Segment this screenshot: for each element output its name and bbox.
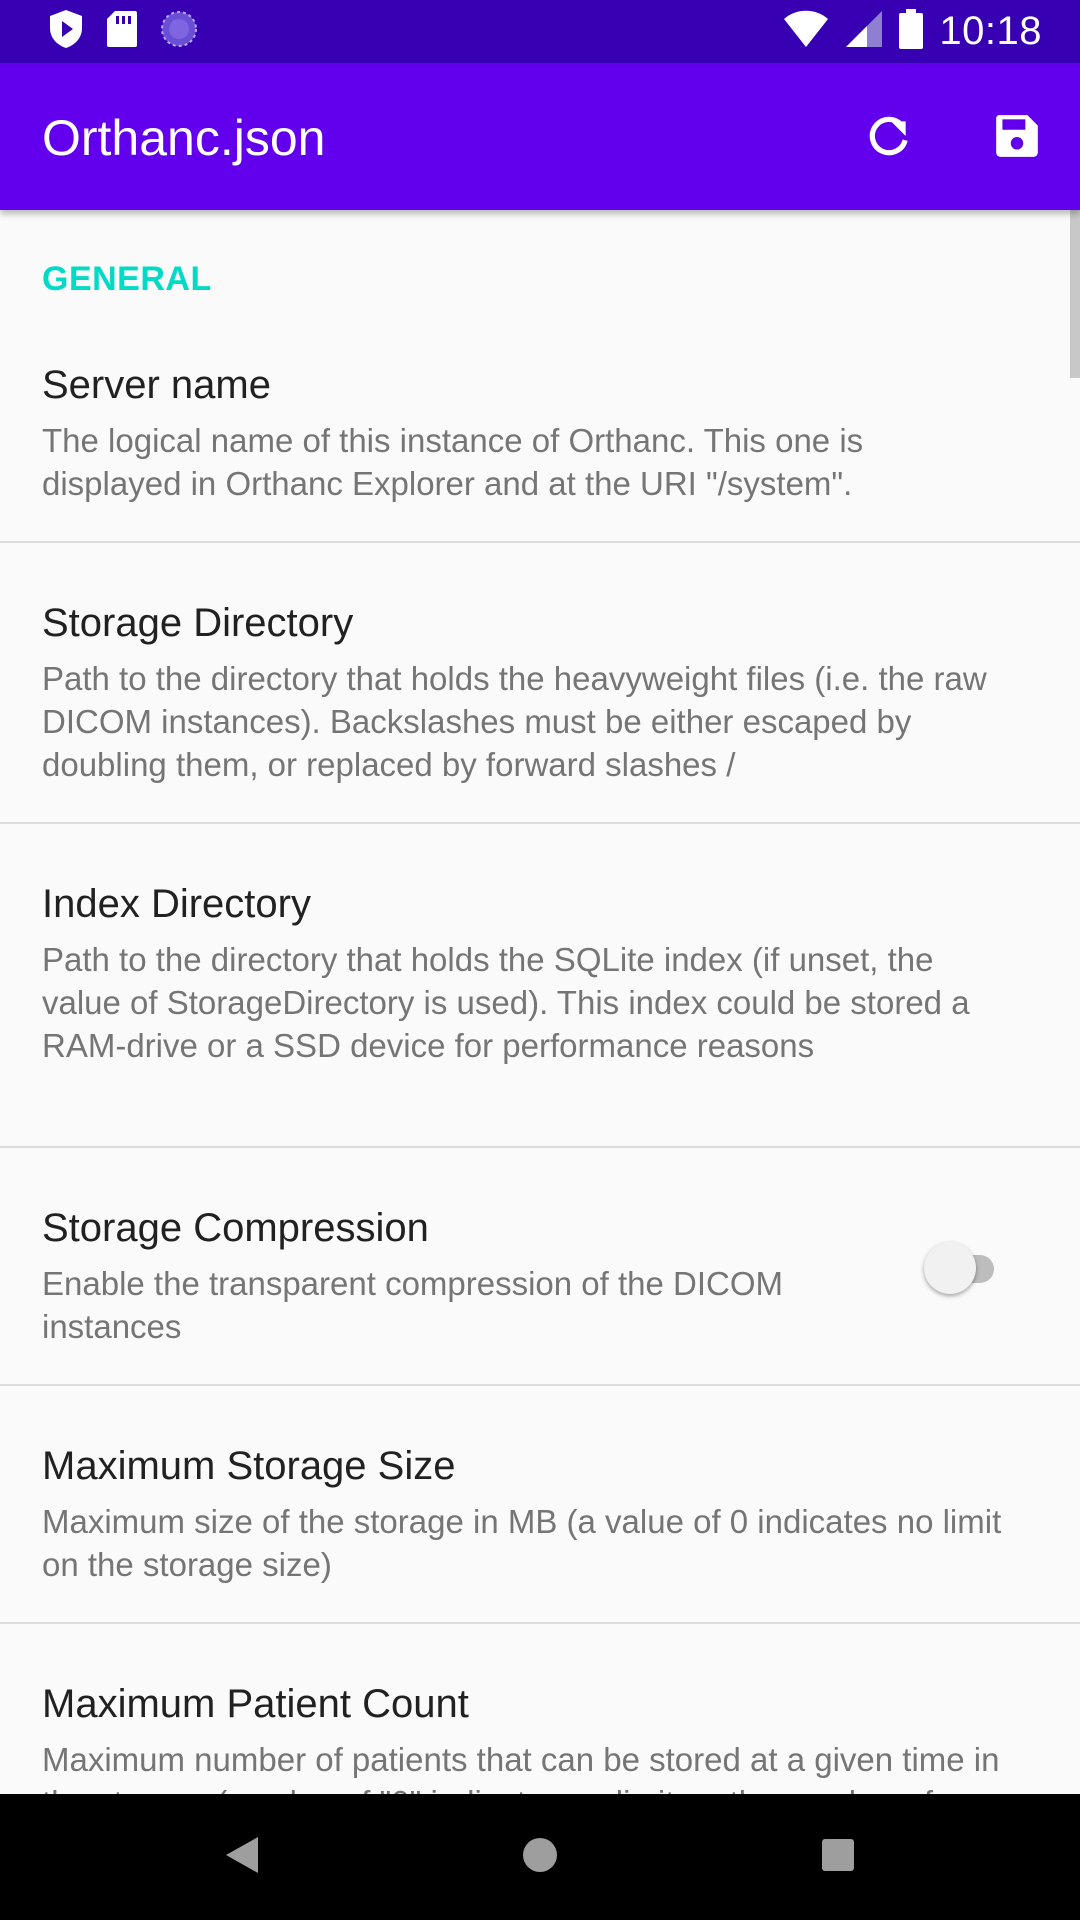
storage-compression-toggle[interactable] xyxy=(924,1238,1010,1298)
pref-maximum-patient-count[interactable]: Maximum Patient Count Maximum number of … xyxy=(0,1624,1080,1794)
pref-summary-storage-compression: Enable the transparent compression of th… xyxy=(42,1265,784,1345)
scrollbar-thumb[interactable] xyxy=(1070,210,1080,378)
refresh-icon xyxy=(864,111,914,166)
shield-play-icon xyxy=(48,9,84,54)
pref-summary-server-name: The logical name of this instance of Ort… xyxy=(42,422,864,502)
home-button[interactable] xyxy=(510,1827,570,1887)
refresh-button[interactable] xyxy=(856,105,922,171)
sd-card-icon xyxy=(106,10,138,53)
section-header-general: GENERAL xyxy=(42,260,212,298)
back-icon xyxy=(224,1835,260,1880)
pref-maximum-storage-size[interactable]: Maximum Storage Size Maximum size of the… xyxy=(0,1386,1080,1624)
home-icon xyxy=(521,1836,559,1879)
pref-summary-maximum-storage-size: Maximum size of the storage in MB (a val… xyxy=(42,1503,1002,1583)
pref-title-storage-directory: Storage Directory xyxy=(42,601,354,645)
recents-icon xyxy=(821,1838,855,1877)
pref-title-maximum-patient-count: Maximum Patient Count xyxy=(42,1682,469,1726)
app-bar: Orthanc.json xyxy=(0,63,1080,210)
wifi-icon xyxy=(783,10,829,53)
pref-title-server-name: Server name xyxy=(42,363,271,407)
back-button[interactable] xyxy=(212,1827,272,1887)
save-icon xyxy=(992,111,1042,166)
pref-title-maximum-storage-size: Maximum Storage Size xyxy=(42,1444,456,1488)
page-title: Orthanc.json xyxy=(42,110,326,166)
recents-button[interactable] xyxy=(808,1827,868,1887)
toggle-thumb xyxy=(924,1242,976,1294)
settings-list: GENERAL Server name The logical name of … xyxy=(0,210,1080,1794)
pref-storage-directory[interactable]: Storage Directory Path to the directory … xyxy=(0,543,1080,824)
pref-server-name[interactable]: Server name The logical name of this ins… xyxy=(0,325,1080,543)
pref-summary-maximum-patient-count: Maximum number of patients that can be s… xyxy=(42,1741,1000,1794)
status-time: 10:18 xyxy=(939,8,1042,53)
pref-title-index-directory: Index Directory xyxy=(42,882,311,926)
pref-summary-storage-directory: Path to the directory that holds the hea… xyxy=(42,660,987,783)
navigation-bar xyxy=(0,1794,1080,1920)
signal-icon xyxy=(845,10,883,53)
status-bar: 10:18 xyxy=(0,0,1080,63)
pref-storage-compression[interactable]: Storage Compression Enable the transpare… xyxy=(0,1148,1080,1386)
pref-index-directory[interactable]: Index Directory Path to the directory th… xyxy=(0,824,1080,1148)
sync-circle-icon xyxy=(160,10,198,53)
pref-summary-index-directory: Path to the directory that holds the SQL… xyxy=(42,941,970,1064)
pref-title-storage-compression: Storage Compression xyxy=(42,1206,429,1250)
battery-icon xyxy=(899,8,924,54)
save-button[interactable] xyxy=(984,105,1050,171)
